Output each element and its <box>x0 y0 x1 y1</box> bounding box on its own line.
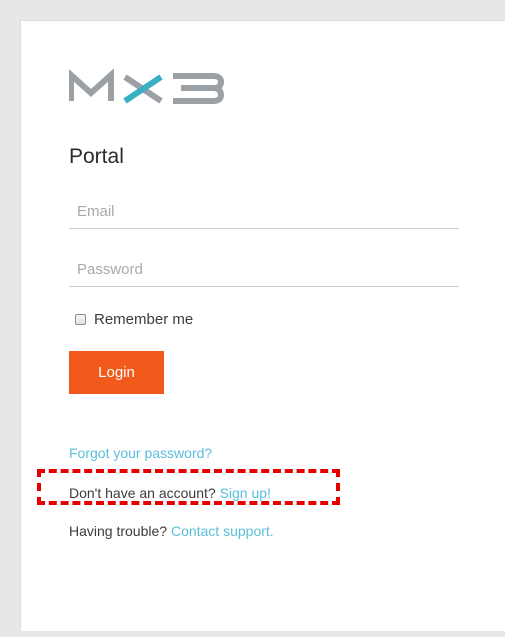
forgot-password-link[interactable]: Forgot your password? <box>69 445 212 461</box>
forgot-password-row: Forgot your password? <box>69 445 212 461</box>
password-field[interactable] <box>69 253 459 287</box>
remember-me-label: Remember me <box>94 311 194 328</box>
mx3-logo <box>69 68 225 104</box>
remember-me-checkbox[interactable] <box>75 314 86 325</box>
login-card: Portal Remember me Login Forgot your pas… <box>20 20 505 631</box>
email-field[interactable] <box>69 195 459 229</box>
signup-highlight-box <box>37 469 340 505</box>
trouble-text: Having trouble? <box>69 523 168 539</box>
support-row: Having trouble? Contact support. <box>69 523 274 539</box>
page-title: Portal <box>69 145 124 168</box>
contact-support-link[interactable]: Contact support. <box>171 523 274 539</box>
login-button[interactable]: Login <box>69 351 164 394</box>
remember-me-row[interactable]: Remember me <box>75 311 193 328</box>
